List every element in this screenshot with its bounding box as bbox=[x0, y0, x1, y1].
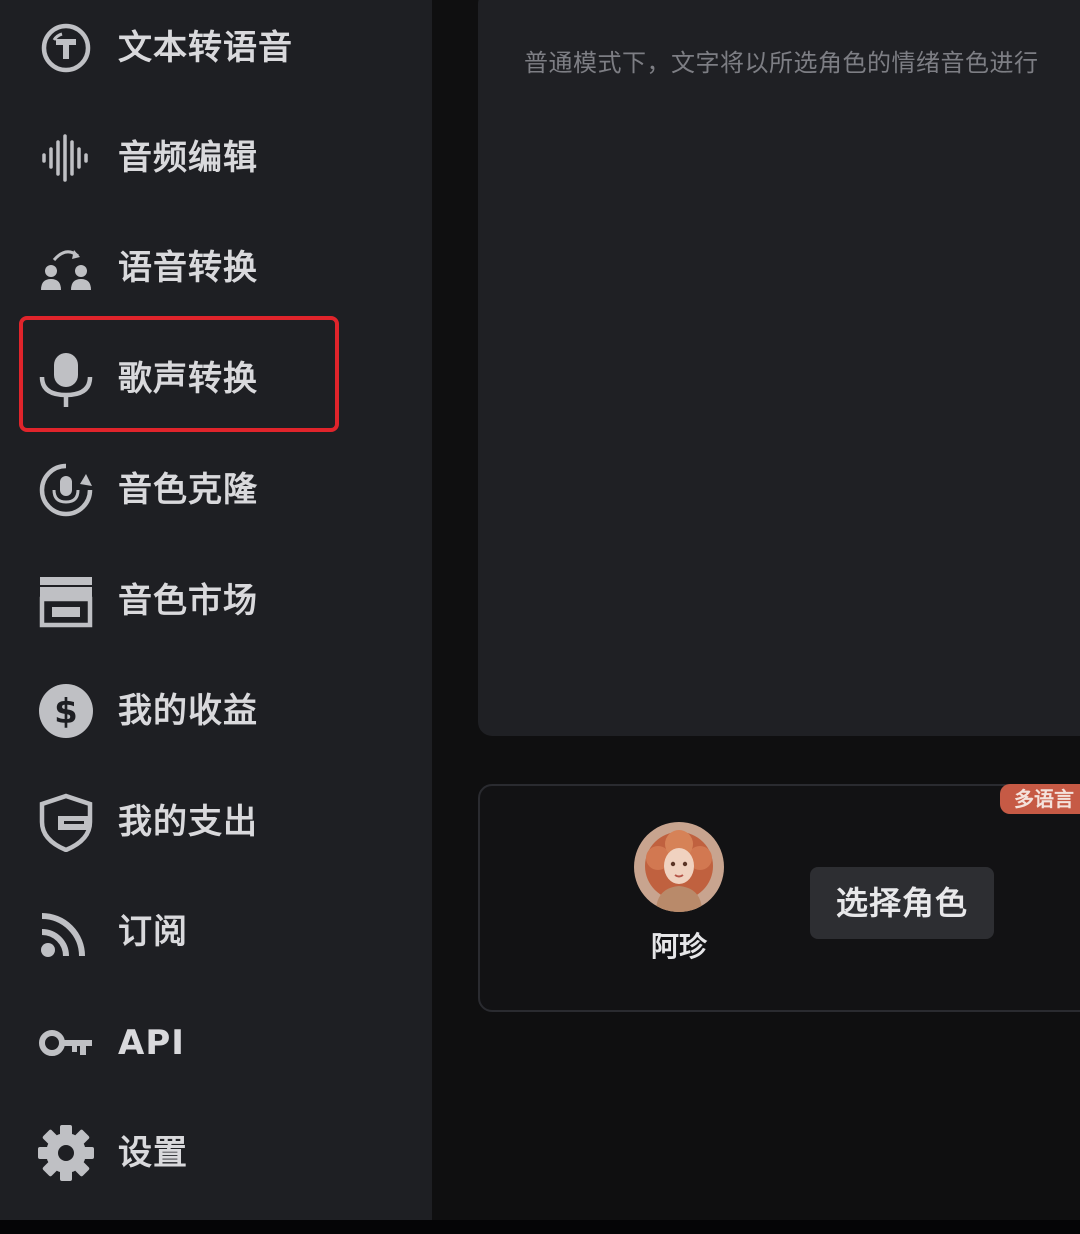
character-name: 阿珍 bbox=[650, 930, 707, 963]
sidebar-item-label: 语音转换 bbox=[118, 248, 258, 288]
gear-icon bbox=[36, 1123, 96, 1183]
sidebar: 文本转语音 音频编辑 语音转换 歌声转换 音色克隆 音色市场 $ 我的收益 我的… bbox=[0, 0, 432, 1220]
select-character-button[interactable]: 选择角色 bbox=[810, 867, 994, 939]
avatar[interactable] bbox=[634, 822, 724, 912]
sidebar-item-label: API bbox=[118, 1023, 185, 1063]
app-page: 文本转语音 音频编辑 语音转换 歌声转换 音色克隆 音色市场 $ 我的收益 我的… bbox=[0, 0, 1080, 1234]
bottom-strip bbox=[0, 1220, 1080, 1234]
sidebar-item-my-expenses[interactable]: 我的支出 bbox=[0, 767, 432, 877]
sidebar-item-label: 音色克隆 bbox=[118, 470, 258, 510]
sidebar-item-label: 音色市场 bbox=[118, 581, 258, 621]
dollar-icon: $ bbox=[36, 681, 96, 741]
text-input-panel[interactable]: 普通模式下，文字将以所选角色的情绪音色进行 bbox=[478, 0, 1080, 736]
sidebar-item-label: 我的收益 bbox=[118, 691, 258, 731]
sidebar-item-api[interactable]: API bbox=[0, 988, 432, 1098]
text-to-speech-icon bbox=[36, 18, 96, 78]
voice-clone-icon bbox=[36, 460, 96, 520]
audio-waveform-icon bbox=[36, 128, 96, 188]
sidebar-item-label: 歌声转换 bbox=[118, 359, 258, 399]
voice-swap-icon bbox=[36, 238, 96, 298]
sidebar-item-label: 订阅 bbox=[118, 912, 188, 952]
sidebar-item-subscription[interactable]: 订阅 bbox=[0, 877, 432, 987]
svg-text:$: $ bbox=[54, 692, 78, 732]
store-icon bbox=[36, 571, 96, 631]
wallet-shield-icon bbox=[36, 792, 96, 852]
key-icon bbox=[36, 1013, 96, 1073]
sidebar-item-audio-edit[interactable]: 音频编辑 bbox=[0, 103, 432, 213]
sidebar-item-label: 设置 bbox=[118, 1133, 188, 1173]
sidebar-item-my-earnings[interactable]: $ 我的收益 bbox=[0, 656, 432, 766]
sidebar-item-settings[interactable]: 设置 bbox=[0, 1098, 432, 1208]
sidebar-item-label: 文本转语音 bbox=[118, 28, 293, 68]
sidebar-item-text-to-speech[interactable]: 文本转语音 bbox=[0, 0, 432, 103]
sidebar-item-label: 音频编辑 bbox=[118, 138, 258, 178]
sidebar-item-voice-clone[interactable]: 音色克隆 bbox=[0, 435, 432, 545]
sidebar-item-voice-conversion[interactable]: 语音转换 bbox=[0, 213, 432, 323]
text-input[interactable]: 普通模式下，文字将以所选角色的情绪音色进行 bbox=[524, 46, 1080, 80]
multilingual-badge: 多语言 bbox=[1000, 784, 1080, 814]
sidebar-item-singing-conversion[interactable]: 歌声转换 bbox=[0, 324, 432, 434]
microphone-icon bbox=[36, 349, 96, 409]
rss-icon bbox=[36, 902, 96, 962]
sidebar-item-voice-market[interactable]: 音色市场 bbox=[0, 546, 432, 656]
sidebar-item-label: 我的支出 bbox=[118, 802, 258, 842]
